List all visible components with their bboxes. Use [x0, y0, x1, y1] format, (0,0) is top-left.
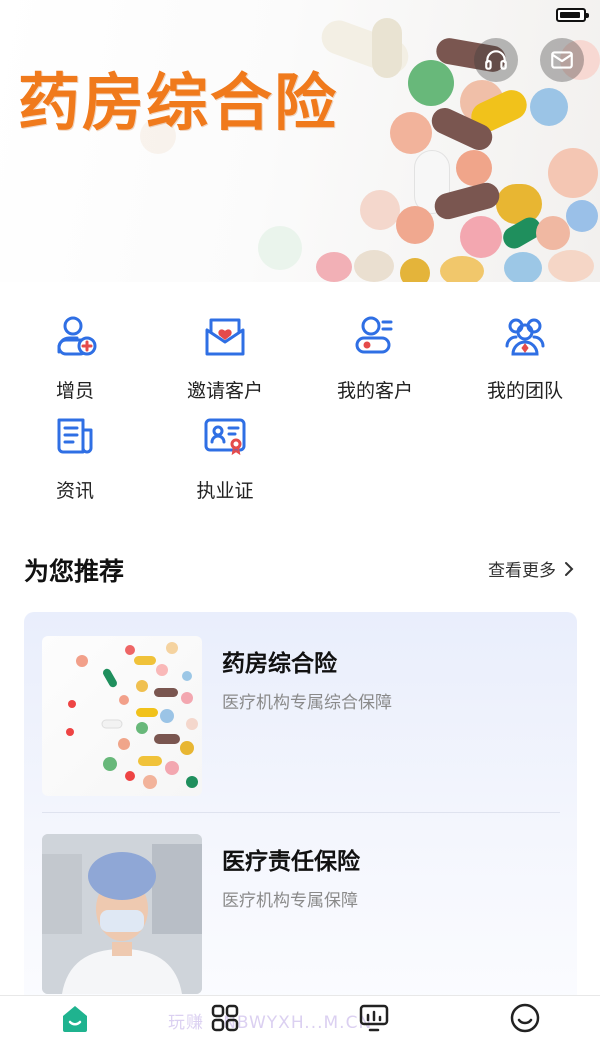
divider [42, 812, 560, 813]
nav-profile[interactable] [507, 1002, 543, 1034]
menu-label: 邀请客户 [186, 380, 263, 402]
apps-grid-icon [211, 1004, 239, 1032]
menu-label: 我的团队 [486, 380, 563, 402]
menu-label: 资讯 [55, 480, 94, 502]
product-image-nurse [42, 834, 202, 994]
menu-item-my-team[interactable]: 我的团队 [450, 300, 600, 403]
menu-label: 增员 [55, 380, 94, 402]
team-icon [505, 318, 545, 356]
banner-title: 药房综合险 [18, 66, 339, 139]
see-more-label: 查看更多 [488, 561, 556, 581]
home-icon [63, 1006, 87, 1032]
mail-button[interactable] [540, 38, 584, 82]
mail-icon [551, 51, 573, 69]
monitor-chart-icon [359, 1004, 389, 1032]
see-more-link[interactable]: 查看更多 [488, 556, 574, 581]
chevron-right-icon [565, 561, 574, 576]
product-card[interactable]: 医疗责任保险 医疗机构专属保障 [42, 834, 562, 996]
nav-apps[interactable] [207, 1002, 243, 1034]
menu-item-invite[interactable]: 邀请客户 [150, 300, 300, 403]
product-name: 药房综合险 [222, 651, 337, 677]
menu-label: 我的客户 [336, 380, 413, 402]
recommend-list: 药房综合险 医疗机构专属综合保障 医疗责任保险 医疗机构专属保障 [24, 612, 577, 1012]
invite-envelope-icon [205, 318, 245, 356]
menu-item-add-member[interactable]: 增员 [0, 300, 150, 403]
nav-monitor[interactable] [356, 1002, 392, 1034]
news-icon [57, 418, 93, 454]
watermark-text: 玩赚 · NBWYXH...M.CN [168, 1013, 373, 1033]
product-card[interactable]: 药房综合险 医疗机构专属综合保障 [42, 636, 562, 798]
product-name: 医疗责任保险 [222, 849, 360, 875]
menu-item-my-customers[interactable]: 我的客户 [300, 300, 450, 403]
product-desc: 医疗机构专属综合保障 [222, 693, 392, 713]
license-icon [204, 418, 246, 456]
battery-icon [556, 8, 589, 22]
nav-home[interactable] [57, 1002, 93, 1034]
product-image-pills [42, 636, 202, 796]
menu-item-license[interactable]: 执业证 [150, 400, 300, 503]
headset-button[interactable] [474, 38, 518, 82]
menu-item-news[interactable]: 资讯 [0, 400, 150, 503]
menu-label: 执业证 [196, 480, 254, 502]
product-desc: 医疗机构专属保障 [222, 891, 358, 911]
bottom-nav: 玩赚 · NBWYXH...M.CN [0, 995, 600, 1039]
add-user-icon [57, 316, 97, 356]
headset-icon [485, 50, 507, 70]
section-title: 为您推荐 [24, 557, 125, 586]
top-banner[interactable]: 药房综合险 [0, 0, 600, 282]
smile-profile-icon [510, 1003, 540, 1033]
customer-card-icon [355, 316, 393, 354]
